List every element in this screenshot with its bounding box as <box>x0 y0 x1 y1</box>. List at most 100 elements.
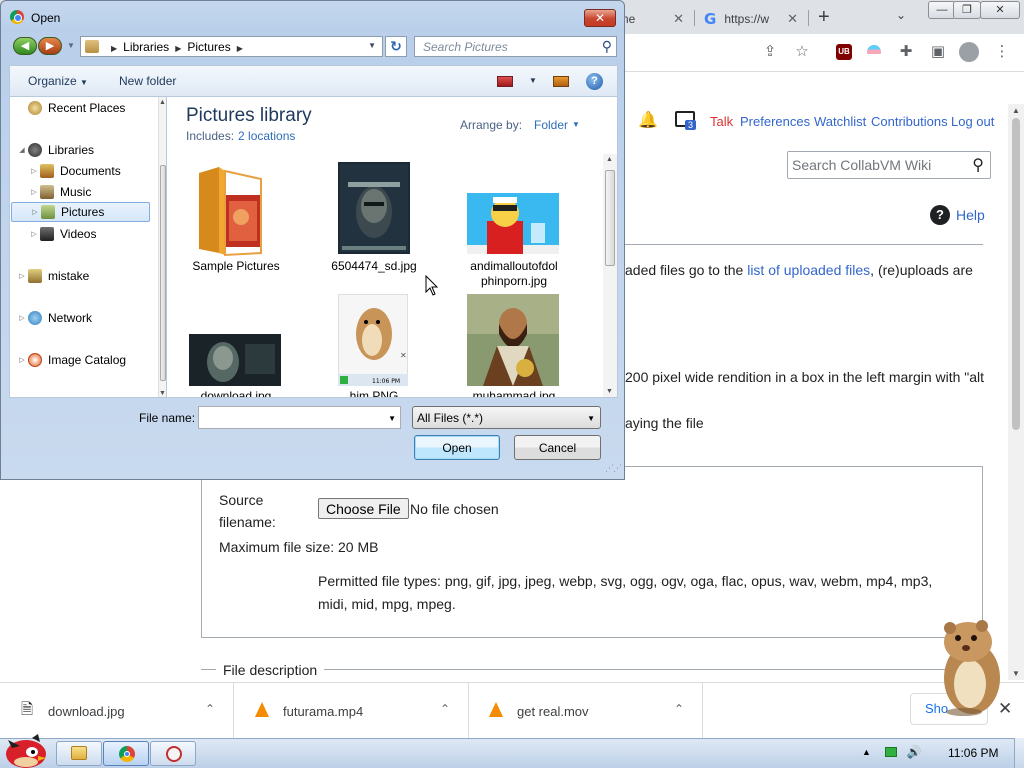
expanded-triangle-icon[interactable]: ◢ <box>16 146 28 154</box>
wiki-search-input[interactable] <box>792 157 962 173</box>
taskbar-clock[interactable]: 11:06 PM <box>948 746 998 760</box>
file-sample-pictures[interactable]: Sample Pictures <box>186 259 286 274</box>
scroll-up-icon[interactable]: ▲ <box>1012 106 1020 115</box>
collapsed-triangle-icon[interactable]: ▷ <box>16 272 28 280</box>
open-button[interactable]: Open <box>414 435 500 460</box>
network-icon[interactable] <box>884 747 897 757</box>
preview-pane-icon[interactable] <box>553 76 569 87</box>
breadcrumb-libraries[interactable]: Libraries <box>123 40 169 54</box>
dialog-search-input[interactable] <box>423 40 591 54</box>
ublock-icon[interactable]: UB <box>836 44 852 60</box>
breadcrumb-arrow-icon[interactable]: ▶ <box>175 44 181 53</box>
file-download-jpg[interactable]: download.jpg <box>186 389 286 397</box>
nav-item-libraries[interactable]: ◢ Libraries <box>16 140 156 160</box>
nav-item-network[interactable]: ▷ Network <box>16 308 156 328</box>
nav-item-recent-places[interactable]: Recent Places <box>28 98 166 118</box>
notices-icon[interactable]: 3 <box>675 109 699 131</box>
uploaded-files-link[interactable]: list of uploaded files <box>747 262 870 278</box>
help-icon[interactable]: ? <box>586 73 603 90</box>
folder-thumbnail[interactable] <box>195 165 265 257</box>
tab-active[interactable]: G https://w ✕ <box>696 4 806 34</box>
collapsed-triangle-icon[interactable]: ▷ <box>28 167 40 175</box>
talk-link[interactable]: Talk <box>710 114 733 129</box>
minimize-window-button[interactable]: — <box>928 1 956 19</box>
side-panel-icon[interactable]: ▣ <box>928 42 948 62</box>
taskbar-explorer-button[interactable] <box>56 741 102 766</box>
collapsed-triangle-icon[interactable]: ▷ <box>16 314 28 322</box>
search-icon[interactable]: ⚲ <box>972 155 984 175</box>
close-window-button[interactable]: ✕ <box>980 1 1020 19</box>
breadcrumb-arrow-icon[interactable]: ▶ <box>111 44 117 53</box>
file-name-dropdown-icon[interactable]: ▼ <box>388 414 396 423</box>
profile-avatar-icon[interactable] <box>959 42 979 62</box>
view-dropdown-icon[interactable]: ▼ <box>529 76 537 85</box>
share-icon[interactable]: ⇪ <box>760 42 780 62</box>
breadcrumb-arrow-icon[interactable]: ▶ <box>237 44 243 53</box>
image-thumbnail[interactable]: 11:06 PM ✕ <box>338 294 408 386</box>
collapsed-triangle-icon[interactable]: ▷ <box>28 188 40 196</box>
search-icon[interactable]: ⚲ <box>602 38 612 55</box>
tab-close-icon[interactable]: ✕ <box>787 11 798 27</box>
scroll-down-icon[interactable]: ▼ <box>1012 669 1020 678</box>
address-dropdown-icon[interactable]: ▼ <box>368 41 376 50</box>
nav-item-mistake[interactable]: ▷ mistake <box>16 266 156 286</box>
taskbar-chrome-button[interactable] <box>103 741 149 766</box>
tab-close-icon[interactable]: ✕ <box>673 11 684 27</box>
tray-up-arrow-icon[interactable]: ▲ <box>862 747 871 757</box>
dialog-close-button[interactable]: ✕ <box>584 9 616 27</box>
start-button-angry-bird-icon[interactable] <box>2 730 48 768</box>
chevron-up-icon[interactable]: ⌃ <box>205 702 215 716</box>
show-desktop-button[interactable] <box>1014 738 1024 768</box>
breadcrumb-pictures[interactable]: Pictures <box>187 40 230 54</box>
nav-item-videos[interactable]: ▷ Videos <box>28 224 166 244</box>
star-icon[interactable]: ☆ <box>792 42 812 62</box>
image-thumbnail[interactable] <box>467 193 559 254</box>
nav-item-music[interactable]: ▷ Music <box>28 182 166 202</box>
resize-grip-icon[interactable]: ⋰⋰ <box>605 463 622 474</box>
change-view-icon[interactable] <box>497 76 513 87</box>
scroll-thumb[interactable] <box>605 170 615 266</box>
file-list-scrollbar[interactable]: ▲ ▼ <box>603 154 617 397</box>
back-arrow-icon[interactable]: ◀ <box>13 37 37 55</box>
forward-arrow-icon[interactable]: ▶ <box>38 37 62 55</box>
scroll-thumb[interactable] <box>1012 118 1020 430</box>
choose-file-button[interactable]: Choose File <box>318 498 409 519</box>
scroll-up-icon[interactable]: ▲ <box>159 99 166 106</box>
scroll-down-icon[interactable]: ▼ <box>606 388 613 395</box>
collapsed-triangle-icon[interactable]: ▷ <box>29 208 41 216</box>
address-bar[interactable]: ▶ Libraries ▶ Pictures ▶ ▼ <box>80 36 383 57</box>
chevron-up-icon[interactable]: ⌃ <box>440 702 450 716</box>
bell-icon[interactable]: 🔔 <box>638 110 658 130</box>
image-thumbnail[interactable] <box>467 294 559 386</box>
scroll-down-icon[interactable]: ▼ <box>159 390 166 397</box>
file-name-input[interactable] <box>202 411 382 425</box>
nav-item-image-catalog[interactable]: ▷ Image Catalog <box>16 350 156 370</box>
kebab-menu-icon[interactable]: ⋮ <box>992 42 1012 62</box>
cancel-button[interactable]: Cancel <box>514 435 601 460</box>
nav-scrollbar[interactable]: ▲ ▼ <box>158 97 166 397</box>
recent-locations-dropdown-icon[interactable]: ▼ <box>67 41 75 50</box>
taskbar-paint-button[interactable] <box>150 741 196 766</box>
file-andimalloutofdolphinporn[interactable]: andimalloutofdol phinporn.jpg <box>464 259 564 289</box>
scroll-up-icon[interactable]: ▲ <box>606 156 613 163</box>
preferences-link[interactable]: Preferences <box>740 114 810 129</box>
puzzle-extensions-icon[interactable]: ✚ <box>896 42 916 62</box>
download-item[interactable]: futurama.mp4 ⌃ <box>235 683 469 739</box>
volume-icon[interactable]: 🔊 <box>907 745 922 759</box>
organize-button[interactable]: Organize ▼ <box>28 74 88 88</box>
watchlist-link[interactable]: Watchlist <box>814 114 866 129</box>
image-thumbnail[interactable] <box>189 334 281 386</box>
new-folder-button[interactable]: New folder <box>119 74 176 88</box>
download-item[interactable]: get real.mov ⌃ <box>469 683 703 739</box>
file-type-filter-select[interactable]: All Files (*.*) ▼ <box>412 406 601 429</box>
chevron-down-icon[interactable]: ▼ <box>572 120 580 129</box>
file-6504474-sd[interactable]: 6504474_sd.jpg <box>324 259 424 274</box>
locations-link[interactable]: 2 locations <box>238 129 295 143</box>
contributions-link[interactable]: Contributions <box>871 114 948 129</box>
help-link[interactable]: ? Help <box>930 205 985 225</box>
arrange-by-dropdown[interactable]: Folder <box>534 118 568 132</box>
file-him-png[interactable]: him.PNG <box>324 389 424 397</box>
logout-link[interactable]: Log out <box>951 114 994 129</box>
collapsed-triangle-icon[interactable]: ▷ <box>28 230 40 238</box>
tab-search-chevron-icon[interactable]: ⌄ <box>896 8 906 22</box>
